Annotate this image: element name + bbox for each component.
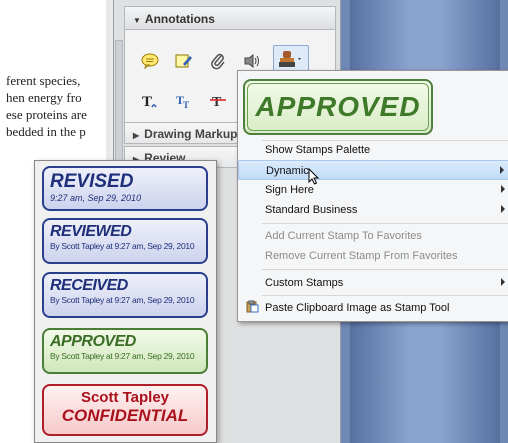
menu-item-paste-clipboard-image[interactable]: Paste Clipboard Image as Stamp Tool [238, 298, 508, 318]
stamp-subtitle: CONFIDENTIAL [61, 406, 189, 425]
stamp-title: REVIEWED [50, 223, 132, 240]
collapse-triangle-icon: ▼ [133, 16, 141, 25]
stamp-title: Scott Tapley [80, 389, 170, 406]
menu-separator [262, 223, 508, 224]
document-text-line: ese proteins are [6, 107, 87, 122]
document-text-line: ferent species, [6, 73, 81, 88]
stamp-revised[interactable]: REVISED 9:27 am, Sep 29, 2010 [42, 166, 208, 211]
menu-separator [262, 295, 508, 296]
mouse-pointer-icon [308, 167, 320, 189]
annotations-panel-header[interactable]: ▼ Annotations [124, 6, 336, 30]
annotations-title: Annotations [144, 12, 215, 26]
text-comment-icon[interactable]: T [137, 88, 163, 114]
menu-item-add-to-favorites[interactable]: Add Current Stamp To Favorites [238, 226, 508, 246]
current-stamp-preview[interactable]: APPROVED [243, 79, 433, 135]
submenu-arrow-icon [500, 166, 504, 174]
menu-item-label: Dynamic [266, 165, 309, 177]
sticky-note-icon[interactable] [137, 48, 163, 74]
svg-text:T: T [212, 95, 222, 110]
menu-separator [262, 269, 508, 270]
menu-item-custom-stamps[interactable]: Custom Stamps [238, 273, 508, 293]
menu-item-remove-from-favorites[interactable]: Remove Current Stamp From Favorites [238, 246, 508, 266]
stamp-subtitle: By Scott Tapley at 9:27 am, Sep 29, 2010 [50, 241, 195, 251]
stamp-confidential[interactable]: Scott Tapley CONFIDENTIAL [42, 384, 208, 436]
stamp-reviewed[interactable]: REVIEWED By Scott Tapley at 9:27 am, Sep… [42, 218, 208, 264]
menu-item-show-stamps-palette[interactable]: Show Stamps Palette [238, 140, 508, 160]
stamp-title: APPROVED [50, 333, 136, 350]
stamp-received[interactable]: RECEIVED By Scott Tapley at 9:27 am, Sep… [42, 272, 208, 318]
attach-file-icon[interactable] [205, 48, 231, 74]
menu-item-label: Add Current Stamp To Favorites [265, 230, 422, 242]
submenu-arrow-icon [501, 185, 505, 193]
menu-item-dynamic[interactable]: Dynamic [238, 160, 508, 180]
stamp-title: RECEIVED [50, 277, 128, 294]
document-text-line: hen energy fro [6, 90, 82, 105]
stamp-approved[interactable]: APPROVED By Scott Tapley at 9:27 am, Sep… [42, 328, 208, 374]
stamp-title: REVISED [50, 171, 134, 192]
menu-item-label: Standard Business [265, 204, 358, 216]
menu-item-label: Show Stamps Palette [265, 144, 371, 156]
replace-text-icon[interactable]: TT [171, 88, 197, 114]
stamp-preview-text: APPROVED [255, 91, 421, 122]
submenu-arrow-icon [501, 278, 505, 286]
drawing-markup-label: Drawing Markup [144, 127, 238, 141]
strikethrough-icon[interactable]: T [205, 88, 231, 114]
expand-triangle-icon: ▶ [133, 131, 140, 140]
menu-item-sign-here[interactable]: Sign Here [238, 180, 508, 200]
menu-item-label: Custom Stamps [265, 277, 344, 289]
svg-text:T: T [183, 100, 189, 110]
stamp-subtitle: 9:27 am, Sep 29, 2010 [50, 193, 142, 203]
menu-item-standard-business[interactable]: Standard Business [238, 200, 508, 220]
menu-item-label: Paste Clipboard Image as Stamp Tool [265, 302, 450, 314]
paste-clipboard-icon [246, 300, 259, 316]
document-text-line: bedded in the p [6, 124, 86, 139]
highlight-text-icon[interactable] [171, 48, 197, 74]
stamp-subtitle: By Scott Tapley at 9:27 am, Sep 29, 2010 [50, 351, 195, 361]
svg-text:T: T [142, 94, 152, 110]
stamp-subtitle: By Scott Tapley at 9:27 am, Sep 29, 2010 [50, 295, 195, 305]
menu-item-label: Sign Here [265, 184, 314, 196]
menu-item-label: Remove Current Stamp From Favorites [265, 250, 458, 262]
submenu-arrow-icon [501, 205, 505, 213]
